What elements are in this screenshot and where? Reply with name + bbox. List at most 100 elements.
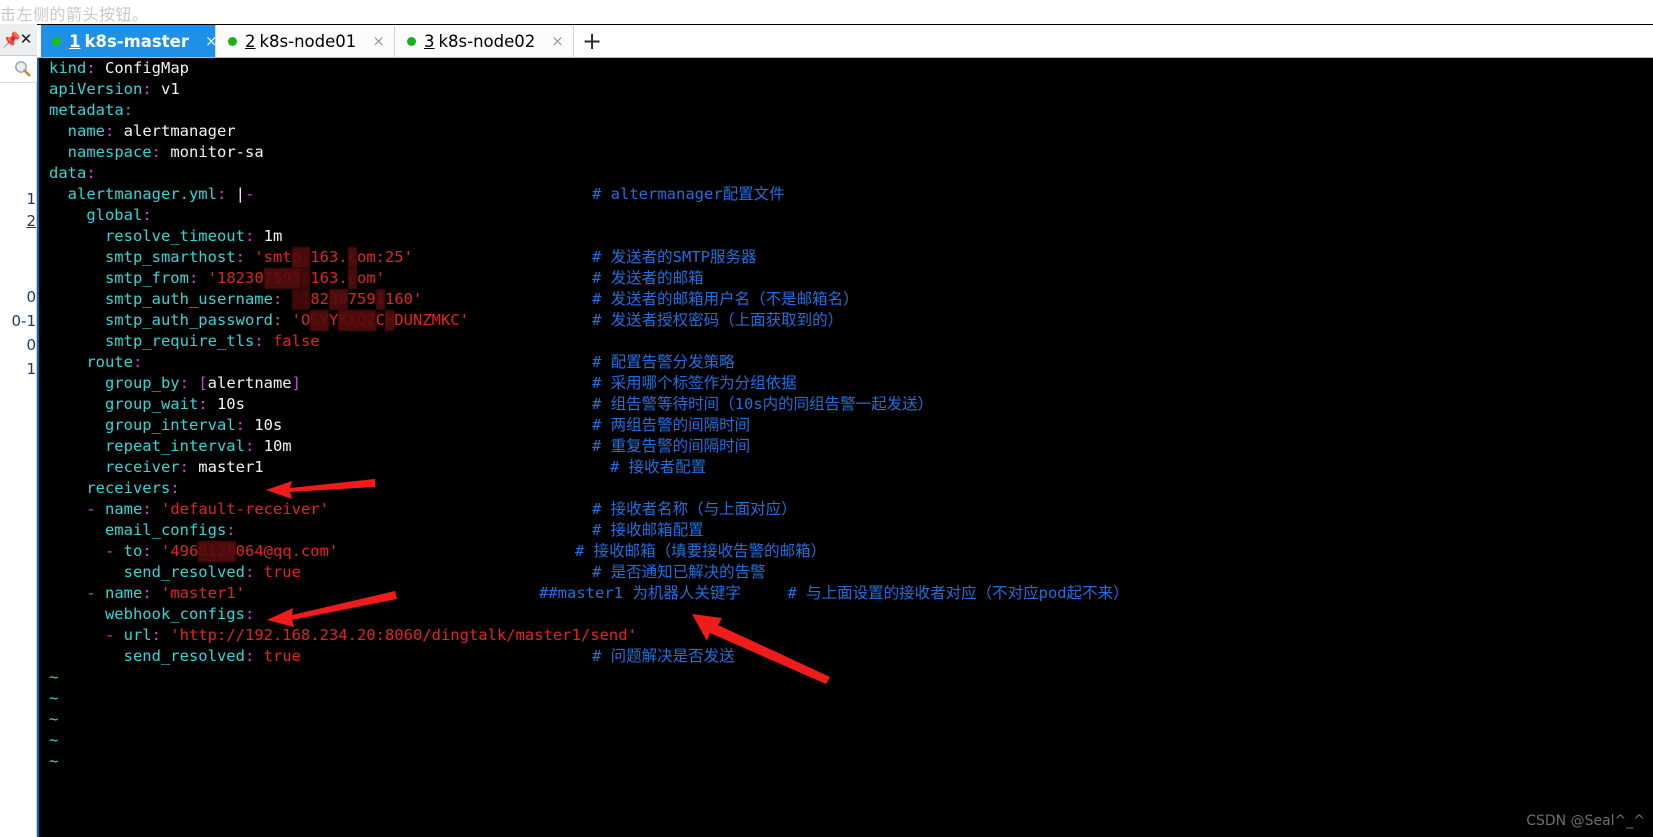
code-token: url — [123, 626, 152, 644]
list-item[interactable]: 1 — [26, 360, 36, 378]
code-token: c — [347, 247, 357, 268]
tab-close-icon[interactable]: × — [551, 32, 564, 50]
code-token: to — [123, 542, 143, 560]
code-line-text: namespace: monitor-sa — [39, 143, 264, 161]
tab-index: 2 — [245, 31, 256, 51]
code-token: alertmanager.yml — [67, 185, 217, 203]
code-line: - name: 'master1' ##master1 为机器人关键字 # 与上面… — [39, 583, 1128, 604]
code-line-text: name: alertmanager — [39, 122, 236, 140]
code-line-text: group_wait: 10s — [39, 395, 245, 413]
code-line-text: - name: 'master1' — [39, 584, 245, 602]
code-line: send_resolved: true # 问题解决是否发送 — [39, 646, 735, 667]
code-token: : — [123, 101, 133, 119]
pin-icon[interactable]: 📌 — [2, 30, 21, 50]
code-token: 759 — [347, 290, 376, 308]
code-token: 10s — [207, 395, 245, 413]
code-token: : — [142, 542, 152, 560]
close-icon[interactable]: ✕ — [18, 29, 34, 49]
code-line-text: - to: '4968120064@qq.com' — [39, 541, 339, 562]
code-token: : — [235, 248, 245, 266]
tilde-marker: ~ — [49, 752, 59, 770]
code-comment: # 接收邮箱（填要接收告警的邮箱） — [575, 542, 827, 560]
code-line: - url: 'http://192.168.234.20:8060/dingt… — [39, 625, 637, 646]
tab-label: k8s-master — [84, 31, 189, 51]
code-comment: # 两组告警的间隔时间 — [592, 416, 751, 434]
code-token: receiver — [104, 458, 180, 476]
terminal-pane[interactable]: kind: ConfigMap apiVersion: v1 metadata: na… — [37, 58, 1653, 837]
code-comment: # 问题解决是否发送 — [592, 647, 735, 665]
code-token: KXQZ — [338, 310, 376, 331]
code-line: group_interval: 10s # 两组告警的间隔时间 — [39, 415, 750, 436]
empty-buffer-line: ~ — [39, 751, 637, 772]
code-token: smtp_auth_username — [104, 290, 273, 308]
code-comment: # 是否通知已解决的告警 — [592, 563, 766, 581]
code-line-text: group_interval: 10s — [39, 416, 282, 434]
code-line: apiVersion: v1 — [39, 79, 637, 100]
yaml-editor-content[interactable]: kind: ConfigMap apiVersion: v1 metadata: na… — [39, 58, 1129, 772]
code-comment: # 发送者的邮箱 — [592, 269, 704, 287]
code-token: : — [226, 521, 236, 539]
code-line-text: send_resolved: true — [39, 563, 301, 581]
code-token: global — [86, 206, 143, 224]
code-token: 30 — [328, 289, 348, 310]
code-line-text: group_by: [alertname] — [39, 374, 301, 392]
code-line-text: resolve_timeout: 1m — [39, 227, 282, 245]
new-tab-button[interactable]: + — [579, 25, 605, 57]
code-token: DUNZMKC' — [394, 311, 469, 329]
code-line: name: alertmanager — [39, 121, 637, 142]
code-token: namespace — [67, 143, 152, 161]
code-token: monitor-sa — [161, 143, 264, 161]
list-item[interactable]: 2 — [26, 212, 36, 230]
code-token: @ — [300, 268, 311, 289]
list-item[interactable]: 0 — [26, 288, 36, 306]
code-comment: # 发送者授权密码（上面获取到的） — [592, 311, 844, 329]
tab-close-icon[interactable]: × — [372, 32, 385, 50]
code-comment: # 发送者的SMTP服务器 — [592, 248, 757, 266]
terminal-tab-k8s-node02[interactable]: 3 k8s-node02 × — [396, 25, 574, 57]
code-token: : — [244, 437, 255, 455]
code-token: 064@qq.com' — [235, 542, 339, 560]
terminal-tab-k8s-master[interactable]: 1 k8s-master × — [41, 25, 218, 57]
list-item[interactable]: 1 — [26, 190, 36, 208]
code-token: : — [142, 206, 152, 224]
code-line-text: - name: 'default-receiver' — [39, 500, 329, 518]
code-token: receivers — [86, 479, 171, 497]
code-token: : — [86, 59, 96, 77]
code-token: : — [151, 626, 161, 644]
code-token: : — [272, 311, 283, 329]
search-icon[interactable] — [14, 60, 31, 77]
code-line-text: global: — [39, 206, 152, 224]
code-token: : — [170, 479, 180, 497]
code-token: : — [235, 416, 245, 434]
terminal-tab-k8s-node01[interactable]: 2 k8s-node01 × — [217, 25, 395, 57]
code-token: repeat_interval — [104, 437, 245, 455]
code-token: v1 — [151, 80, 180, 98]
code-token: : — [188, 269, 199, 287]
code-comment: # 接收邮箱配置 — [592, 521, 704, 539]
code-token: om:25' — [356, 248, 413, 266]
left-panel-clipped-list: 1 2 0 0-1 0 1 — [0, 86, 37, 836]
code-token: name — [104, 584, 143, 602]
code-token: 1m — [254, 227, 283, 245]
terminal-tab-bar: 1 k8s-master × 2 k8s-node01 × 3 k8s-node02 × + — [37, 25, 1653, 58]
code-line: alertmanager.yml: |- # altermanager配置文件 — [39, 184, 785, 205]
search-row[interactable] — [0, 57, 37, 83]
list-item[interactable]: 0 — [26, 336, 36, 354]
code-line: resolve_timeout: 1m — [39, 226, 637, 247]
tab-close-icon[interactable]: × — [205, 32, 218, 50]
code-token: smtp_require_tls — [104, 332, 255, 350]
tilde-marker: ~ — [49, 689, 59, 707]
connection-status-dot — [407, 36, 416, 46]
list-item[interactable]: 0-1 — [12, 312, 37, 330]
code-token: - — [104, 542, 124, 560]
watermark: CSDN @Seal^_^ — [1526, 813, 1645, 829]
code-token: '1 — [291, 289, 311, 310]
tilde-marker: ~ — [49, 710, 59, 728]
code-token: true — [263, 647, 301, 665]
